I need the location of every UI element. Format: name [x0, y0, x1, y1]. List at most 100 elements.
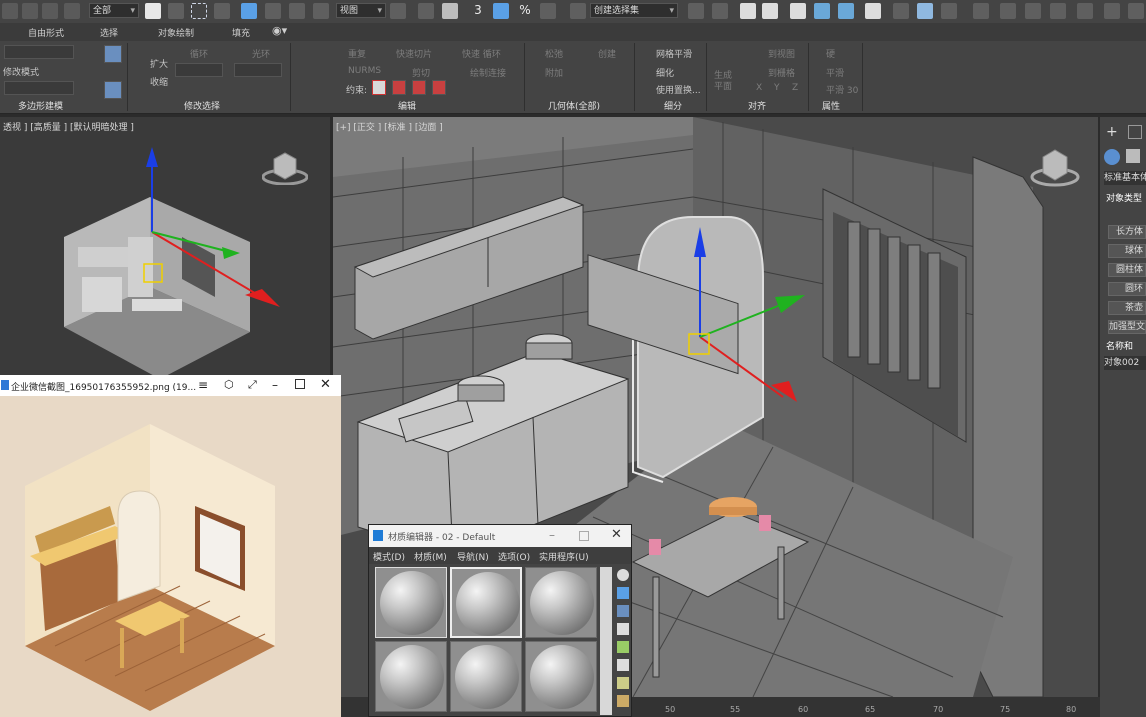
align-x-button[interactable]: X: [756, 83, 762, 93]
use-displace-label[interactable]: 使用置换...: [656, 83, 701, 96]
paint-connect-label[interactable]: 绘制连接: [470, 66, 506, 79]
create-label[interactable]: 创建: [598, 47, 616, 60]
select-scale-icon[interactable]: [289, 3, 305, 19]
menu-options[interactable]: 选项(O): [498, 550, 530, 563]
material-slot-4[interactable]: [375, 641, 447, 712]
make-planar-label[interactable]: 生成平面: [714, 71, 734, 93]
group-poly-modeling[interactable]: 多边形建模: [18, 99, 63, 112]
background-icon[interactable]: [617, 605, 629, 617]
subobject-buttons[interactable]: [4, 45, 74, 59]
snap-toggle-icon[interactable]: 3: [470, 3, 486, 19]
mirror-icon[interactable]: [688, 3, 704, 19]
viewcube-main-icon[interactable]: [1030, 145, 1080, 187]
rollout-name-color[interactable]: 名称和: [1106, 339, 1133, 352]
modeling-tools-row[interactable]: [4, 81, 74, 95]
align-y-button[interactable]: Y: [774, 83, 780, 93]
group-geometry-all[interactable]: 几何体(全部): [548, 99, 600, 112]
uv-tiling-icon[interactable]: [617, 623, 629, 635]
image-viewer-window[interactable]: 企业微信截图_16950176355952.png (19... ≡ ⬡ ⤢ –…: [0, 375, 341, 717]
viewport-main-label[interactable]: [+] [正交 ] [标准 ] [边面 ]: [336, 120, 443, 133]
sphere-button[interactable]: 球体: [1108, 244, 1146, 258]
options-icon[interactable]: [617, 677, 629, 689]
pin-icon[interactable]: ⬡: [224, 378, 234, 391]
tessellate-label[interactable]: 细化: [656, 66, 674, 79]
select-move-icon[interactable]: [241, 3, 257, 19]
object-name-field[interactable]: 对象002: [1104, 356, 1146, 370]
layer-explorer-icon[interactable]: [762, 3, 778, 19]
menu-utilities[interactable]: 实用程序(U): [539, 550, 589, 563]
render-production-icon[interactable]: [941, 3, 957, 19]
slot-scrollbar[interactable]: [600, 567, 612, 715]
grow-label[interactable]: 扩大: [150, 57, 168, 70]
material-slot-3[interactable]: [525, 567, 597, 638]
attach-label[interactable]: 附加: [545, 66, 563, 79]
textplus-button[interactable]: 加强型文本: [1108, 320, 1146, 334]
create-tab-icon[interactable]: +: [1106, 125, 1120, 139]
mat-maximize-icon[interactable]: [579, 531, 589, 541]
geometry-category-icon[interactable]: [1104, 149, 1120, 165]
tab-object-paint[interactable]: 对象绘制: [158, 26, 194, 39]
select-rotate-icon[interactable]: [265, 3, 281, 19]
tab-populate[interactable]: 填充: [232, 26, 250, 39]
plugin-icon-3[interactable]: [1025, 3, 1041, 19]
image-viewer-titlebar[interactable]: 企业微信截图_16950176355952.png (19... ≡ ⬡ ⤢ –…: [0, 375, 341, 396]
shapes-category-icon[interactable]: [1126, 149, 1140, 163]
percent-snap-icon[interactable]: %: [517, 3, 533, 19]
constraint-normal-icon[interactable]: [432, 80, 446, 95]
backlight-icon[interactable]: [617, 587, 629, 599]
material-slot-5[interactable]: [450, 641, 522, 712]
plugin-icon-5[interactable]: [1077, 3, 1093, 19]
plugin-icon-7[interactable]: [1128, 3, 1144, 19]
modify-tab-icon[interactable]: [1128, 125, 1142, 139]
minimize-icon[interactable]: –: [272, 378, 278, 392]
unlink-icon[interactable]: [22, 3, 38, 19]
edit-named-sel-icon[interactable]: [570, 3, 586, 19]
shrink-label[interactable]: 收缩: [150, 75, 168, 88]
ring-label[interactable]: 光环: [252, 47, 270, 60]
fullscreen-icon[interactable]: ⤢: [248, 378, 257, 392]
mat-minimize-icon[interactable]: –: [549, 528, 555, 542]
smooth-label[interactable]: 平滑: [826, 66, 844, 79]
meshsmooth-label[interactable]: 网格平滑: [656, 47, 692, 60]
nurms-label[interactable]: NURMS: [348, 66, 381, 76]
select-object-icon[interactable]: [145, 3, 161, 19]
active-tool-icon[interactable]: [104, 45, 122, 63]
primitive-type-dropdown[interactable]: 标准基本体: [1104, 171, 1146, 185]
plugin-icon-6[interactable]: [1104, 3, 1120, 19]
select-by-material-icon[interactable]: [617, 695, 629, 707]
quickloop-label[interactable]: 快速 循环: [462, 47, 501, 60]
reference-coord-dropdown[interactable]: 视图: [336, 3, 386, 19]
viewport-left-label[interactable]: 透视 ] [高质量 ] [默认明暗处理 ]: [3, 120, 134, 133]
group-modify-selection[interactable]: 修改选择: [184, 99, 220, 112]
video-color-check-icon[interactable]: [617, 641, 629, 653]
material-slot-2-active[interactable]: [450, 567, 522, 638]
make-preview-icon[interactable]: [617, 659, 629, 671]
bind-spacewarp-icon[interactable]: [42, 3, 58, 19]
pin-stack-icon[interactable]: [104, 81, 122, 99]
ring-controls[interactable]: [234, 63, 282, 77]
close-icon[interactable]: ✕: [320, 377, 331, 392]
angle-snap-icon[interactable]: [493, 3, 509, 19]
material-editor-icon[interactable]: [865, 3, 881, 19]
torus-button[interactable]: 圆环: [1108, 282, 1146, 296]
select-by-name-icon[interactable]: [168, 3, 184, 19]
group-subdivision[interactable]: 细分: [664, 99, 682, 112]
menu-navigation[interactable]: 导航(N): [457, 550, 489, 563]
cylinder-button[interactable]: 圆柱体: [1108, 263, 1146, 277]
perspective-viewport[interactable]: 透视 ] [高质量 ] [默认明暗处理 ]: [0, 117, 330, 375]
plugin-icon-1[interactable]: [973, 3, 989, 19]
mat-close-icon[interactable]: ✕: [611, 527, 622, 542]
viewcube-icon[interactable]: [261, 147, 309, 186]
tab-freeform[interactable]: 自由形式: [28, 26, 64, 39]
box-button[interactable]: 长方体: [1108, 225, 1146, 239]
named-selection-dropdown[interactable]: 创建选择集: [590, 3, 678, 19]
rendered-frame-icon[interactable]: [917, 3, 933, 19]
pivot-center-icon[interactable]: [390, 3, 406, 19]
constraint-none-icon[interactable]: [372, 80, 386, 95]
align-icon[interactable]: [712, 3, 728, 19]
align-z-button[interactable]: Z: [792, 83, 798, 93]
keyboard-shortcut-icon[interactable]: [442, 3, 458, 19]
tab-selection[interactable]: 选择: [100, 26, 118, 39]
ribbon-expand-icon[interactable]: ◉▾: [272, 24, 287, 37]
maximize-icon[interactable]: [295, 379, 305, 389]
